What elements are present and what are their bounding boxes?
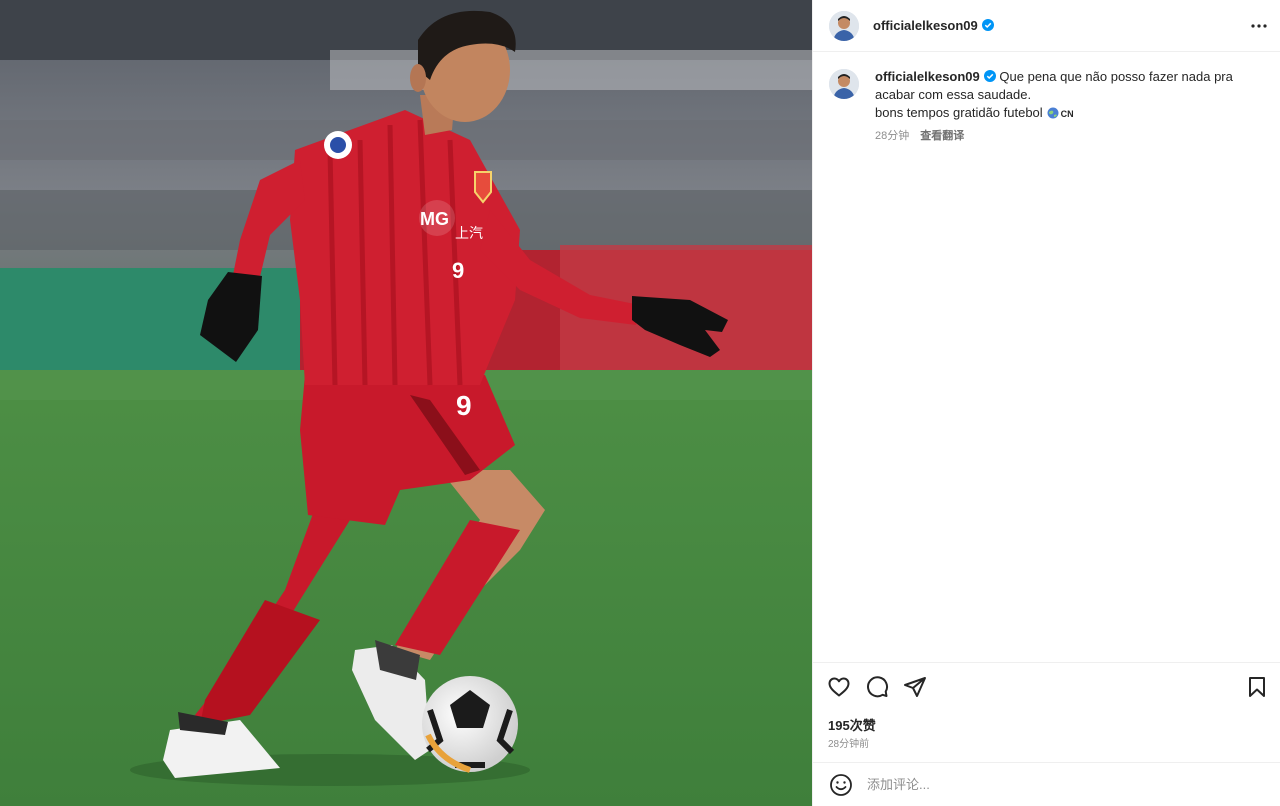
action-bar [827,675,927,699]
post-timestamp[interactable]: 28分钟前 [828,735,869,750]
verified-badge-icon [981,19,994,31]
comment-icon [867,676,889,698]
post-photo-illustration: 9 MG 上汽 9 [0,0,812,806]
avatar[interactable] [829,10,859,41]
paper-plane-icon [904,677,926,697]
svg-text:MG: MG [420,209,449,229]
globe-icon [1047,107,1059,119]
caption-avatar[interactable] [829,69,859,99]
heart-icon [828,677,850,697]
save-button[interactable] [1245,675,1269,699]
like-button[interactable] [827,675,851,699]
like-count[interactable]: 195次赞 [828,715,876,734]
verified-badge-icon [983,70,996,82]
bookmark-icon [1249,677,1265,697]
post-caption: officialelkeson09 Que pena que não posso… [829,68,1269,145]
caption-text-line2: bons tempos gratidão futebol [875,105,1043,120]
caption-body: officialelkeson09 Que pena que não posso… [875,68,1255,145]
see-translation-link[interactable]: 查看翻译 [920,127,964,145]
more-options-button[interactable] [1247,14,1271,38]
more-horizontal-icon [1251,24,1267,28]
caption-username[interactable]: officialelkeson09 [875,69,980,84]
comment-bar [813,762,1280,806]
svg-text:9: 9 [456,390,472,421]
caption-meta: 28分钟 查看翻译 [875,127,1255,145]
comment-input[interactable] [867,777,1167,792]
post-header: officialelkeson09 [813,0,1280,52]
header-username[interactable]: officialelkeson09 [873,18,994,33]
smiley-icon [830,773,852,796]
caption-timestamp[interactable]: 28分钟 [875,127,909,145]
post-photo[interactable]: 9 MG 上汽 9 [0,0,812,806]
actions-section: 195次赞 28分钟前 [813,662,1280,762]
comment-button[interactable] [865,675,889,699]
share-button[interactable] [903,675,927,699]
emoji-button[interactable] [829,773,853,797]
instagram-post-modal: 9 MG 上汽 9 officialelkeson09 officialelke… [0,0,1280,806]
svg-text:上汽: 上汽 [455,225,483,241]
country-label: CN [1060,109,1074,119]
post-side-panel: officialelkeson09 officialelkeson09 Que … [812,0,1280,806]
svg-text:9: 9 [452,258,464,283]
